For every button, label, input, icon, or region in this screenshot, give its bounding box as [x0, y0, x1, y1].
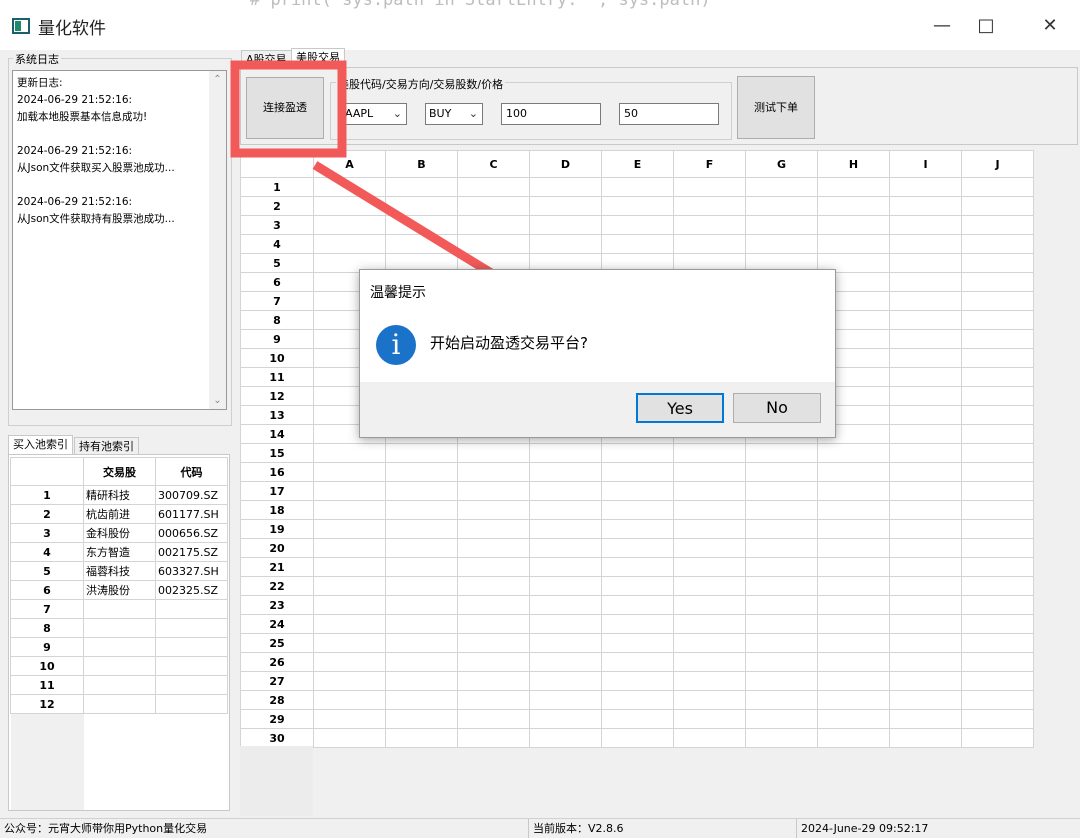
information-icon: i	[376, 325, 416, 365]
status-time: 2024-June-29 09:52:17	[796, 819, 928, 838]
highlight-box	[230, 60, 347, 158]
status-version: 当前版本：V2.8.6	[528, 819, 624, 838]
no-button[interactable]: No	[733, 393, 821, 423]
status-bar: 公众号：元宵大师带你用Python量化交易 当前版本：V2.8.6 2024-J…	[0, 818, 1080, 838]
yes-button[interactable]: Yes	[636, 393, 724, 423]
dialog-message: 开始启动盈透交易平台?	[430, 334, 588, 352]
dialog-title: 温馨提示	[370, 285, 426, 301]
status-left-text: 公众号：元宵大师带你用Python量化交易	[4, 822, 208, 835]
dialog-button-bar: Yes No	[360, 382, 835, 437]
message-dialog: 温馨提示 i 开始启动盈透交易平台? Yes No	[359, 269, 836, 438]
